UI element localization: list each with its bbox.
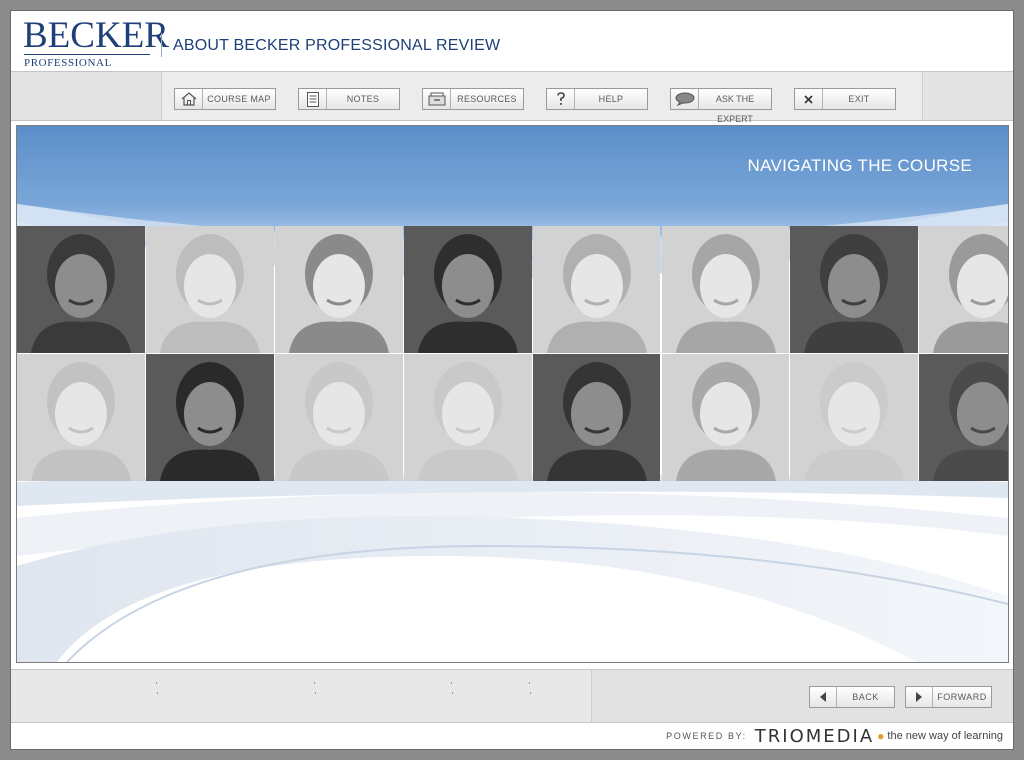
progress-marker	[315, 692, 316, 694]
portrait-photo	[145, 354, 274, 481]
back-button[interactable]: BACK	[809, 686, 895, 708]
portrait-photo	[145, 226, 274, 353]
resources-icon	[423, 89, 451, 109]
progress-marker	[452, 692, 453, 694]
notes-label: NOTES	[346, 94, 380, 104]
progress-marker	[530, 692, 531, 694]
portrait-photo	[403, 226, 532, 353]
progress-marker	[156, 682, 157, 684]
toolbar: COURSE MAP NOTES RESOURCES HELP ASK THE …	[11, 71, 1013, 124]
logo-wordmark: BECKER	[23, 15, 169, 56]
portrait-photo	[661, 354, 790, 481]
course-map-button[interactable]: COURSE MAP	[174, 88, 276, 110]
portrait-photo	[274, 226, 403, 353]
arrow-right-icon	[906, 687, 933, 707]
portrait-photo	[661, 226, 790, 353]
app-window: BECKER PROFESSIONAL REVIEW ABOUT BECKER …	[10, 10, 1014, 750]
ask-the-expert-button[interactable]: ASK THE EXPERT	[670, 88, 772, 124]
portrait-photo	[403, 354, 532, 481]
header-divider	[161, 33, 162, 57]
home-icon	[175, 89, 203, 109]
portrait-photo	[790, 354, 919, 481]
exit-button[interactable]: EXIT	[794, 88, 896, 110]
portrait-photo	[532, 354, 661, 481]
portrait-photo	[919, 226, 1008, 353]
content-panel: NAVIGATING THE COURSE	[16, 125, 1009, 663]
progress-marker	[314, 682, 315, 684]
forward-button[interactable]: FORWARD	[905, 686, 992, 708]
progress-marker	[157, 692, 158, 694]
arrow-left-icon	[810, 687, 837, 707]
portrait-photo	[17, 226, 145, 353]
header: BECKER PROFESSIONAL REVIEW ABOUT BECKER …	[11, 11, 1013, 82]
portrait-photo	[532, 226, 661, 353]
portrait-photo	[17, 354, 145, 481]
powered-by-badge: POWERED BY: TRIOMEDIA ● the new way of l…	[666, 725, 1003, 747]
speech-bubble-icon	[671, 89, 699, 109]
toolbar-button-group: COURSE MAP NOTES RESOURCES HELP ASK THE …	[161, 72, 923, 124]
becker-logo: BECKER PROFESSIONAL REVIEW	[23, 17, 169, 82]
portrait-photo	[274, 354, 403, 481]
progress-marker	[451, 682, 452, 684]
triomedia-logo: TRIOMEDIA	[754, 725, 875, 747]
close-icon	[795, 89, 823, 109]
brand-dot: ●	[877, 729, 885, 743]
resources-label: RESOURCES	[457, 94, 517, 104]
forward-label: FORWARD	[937, 692, 987, 702]
help-icon	[547, 89, 575, 109]
portrait-photo	[790, 226, 919, 353]
help-label: HELP	[598, 94, 624, 104]
navigation-bar: BACK FORWARD	[11, 669, 1013, 723]
resources-button[interactable]: RESOURCES	[422, 88, 524, 110]
brand-tagline: the new way of learning	[887, 730, 1003, 742]
notes-icon	[299, 89, 327, 109]
progress-marker	[529, 682, 530, 684]
portrait-photo	[919, 354, 1008, 481]
notes-button[interactable]: NOTES	[298, 88, 400, 110]
exit-label: EXIT	[848, 94, 870, 104]
back-label: BACK	[852, 692, 879, 702]
course-map-label: COURSE MAP	[207, 94, 271, 104]
section-title: NAVIGATING THE COURSE	[747, 156, 972, 175]
page-title: ABOUT BECKER PROFESSIONAL REVIEW	[173, 37, 501, 54]
progress-area	[11, 670, 592, 722]
powered-by-label: POWERED BY:	[666, 731, 747, 741]
help-button[interactable]: HELP	[546, 88, 648, 110]
footer: POWERED BY: TRIOMEDIA ● the new way of l…	[11, 723, 1013, 749]
logo-rule	[24, 54, 150, 55]
ask-the-expert-label: ASK THE EXPERT	[715, 94, 755, 124]
